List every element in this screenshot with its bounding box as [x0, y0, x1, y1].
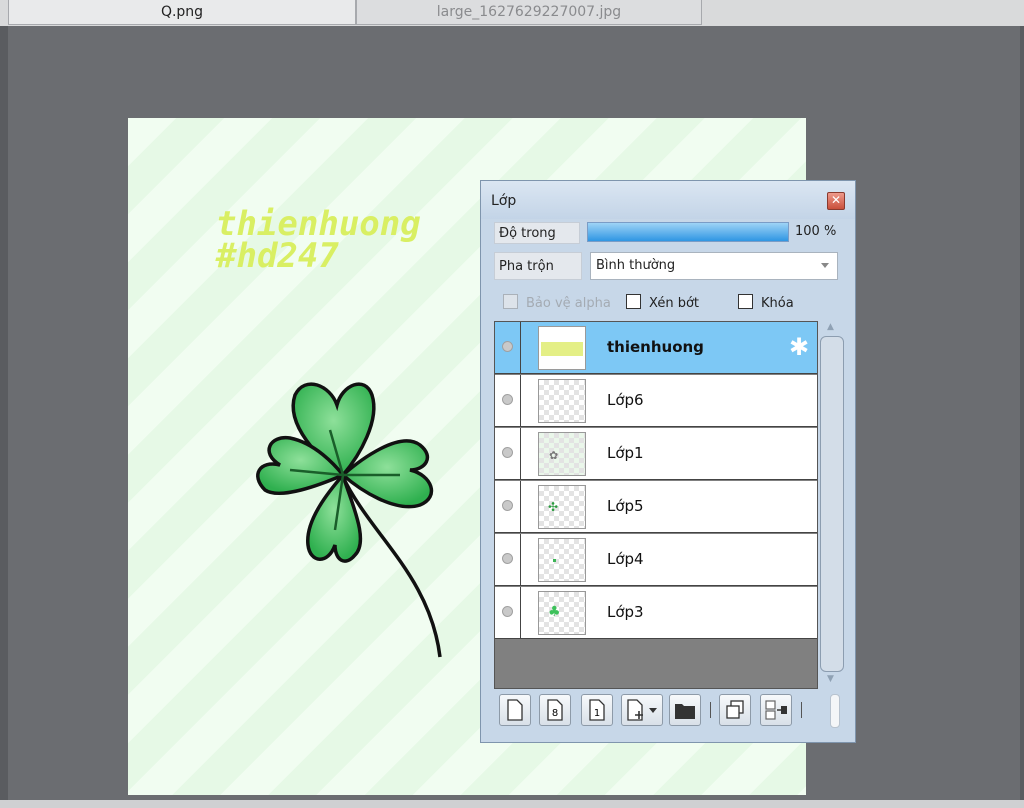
blend-mode-select[interactable]: Bình thường	[590, 252, 838, 280]
document-tab-bar: Q.png large_1627629227007.jpg	[0, 0, 1024, 26]
blend-mode-value: Bình thường	[596, 258, 676, 273]
layer-list: thienhuong ✱ Lớp6 ✿ Lớp1 ✣ Lớp5 Lớp4 ♣ L…	[494, 321, 818, 689]
merge-layer-icon	[765, 700, 787, 720]
layer-row[interactable]: Lớp4	[495, 534, 817, 586]
layer-thumbnail	[538, 538, 586, 582]
checkbox-box	[738, 294, 753, 309]
layer-name: Lớp6	[607, 391, 644, 409]
visibility-toggle-icon[interactable]	[502, 553, 513, 564]
left-dock-edge	[0, 26, 8, 808]
visibility-column	[495, 375, 521, 426]
new-8bit-layer-icon: 8	[547, 699, 563, 721]
toolbar-divider	[801, 702, 802, 718]
layer-name: thienhuong	[607, 338, 704, 356]
toolbar-divider	[710, 702, 711, 718]
layer-row[interactable]: ♣ Lớp3	[495, 587, 817, 639]
close-icon[interactable]: ✕	[827, 192, 845, 210]
scroll-down-icon[interactable]: ▼	[827, 674, 834, 684]
layer-name: Lớp5	[607, 497, 644, 515]
visibility-toggle-icon[interactable]	[502, 394, 513, 405]
canvas-watermark-text: thienhuong #hd247	[216, 207, 421, 276]
clover-artwork	[256, 382, 442, 658]
layer-list-scrollbar[interactable]	[820, 336, 844, 672]
add-layer-menu-icon	[627, 699, 657, 721]
tab-large-jpg[interactable]: large_1627629227007.jpg	[356, 0, 702, 25]
blend-mode-label: Pha trộn	[494, 252, 582, 280]
status-strip	[0, 800, 1024, 808]
tab-q-png[interactable]: Q.png	[8, 0, 356, 25]
svg-text:8: 8	[552, 708, 558, 719]
right-dock-edge	[1020, 26, 1024, 808]
watermark-line-2: #hd247	[216, 236, 339, 276]
opacity-slider[interactable]	[587, 222, 789, 242]
gear-icon[interactable]: ✱	[789, 335, 809, 359]
lock-checkbox[interactable]: Khóa	[738, 294, 794, 311]
layer-row[interactable]: ✣ Lớp5	[495, 481, 817, 533]
scroll-up-icon[interactable]: ▲	[827, 322, 834, 332]
opacity-label: Độ trong	[494, 222, 580, 244]
layer-name: Lớp4	[607, 550, 644, 568]
duplicate-layer-icon	[726, 700, 744, 719]
protect-alpha-label: Bảo vệ alpha	[526, 296, 611, 311]
checkbox-box	[626, 294, 641, 309]
visibility-column	[495, 481, 521, 532]
new-layer-button[interactable]	[499, 694, 531, 726]
toolbar-scroll-handle[interactable]	[830, 694, 840, 728]
visibility-column	[495, 322, 521, 373]
chevron-down-icon	[821, 263, 829, 268]
layer-panel: Lớp ✕ Độ trong 100 % Pha trộn Bình thườn…	[480, 180, 856, 743]
layer-panel-titlebar[interactable]: Lớp ✕	[481, 181, 855, 219]
merge-layer-button[interactable]	[760, 694, 792, 726]
layer-name: Lớp1	[607, 444, 644, 462]
new-folder-icon	[675, 704, 695, 719]
new-1bit-layer-icon: 1	[589, 699, 605, 721]
layer-row[interactable]: thienhuong ✱	[495, 322, 817, 374]
clip-label: Xén bớt	[649, 296, 699, 311]
duplicate-layer-button[interactable]	[719, 694, 751, 726]
lock-label: Khóa	[761, 296, 794, 311]
layer-row[interactable]: Lớp6	[495, 375, 817, 427]
layer-row[interactable]: ✿ Lớp1	[495, 428, 817, 480]
new-1bit-layer-button[interactable]: 1	[581, 694, 613, 726]
layer-thumbnail: ✣	[538, 485, 586, 529]
layer-thumbnail: ✿	[538, 432, 586, 476]
add-layer-menu-button[interactable]	[621, 694, 663, 726]
new-8bit-layer-button[interactable]: 8	[539, 694, 571, 726]
layer-panel-title: Lớp	[491, 193, 517, 209]
clip-checkbox[interactable]: Xén bớt	[626, 294, 699, 311]
visibility-column	[495, 534, 521, 585]
layer-thumbnail	[538, 326, 586, 370]
visibility-toggle-icon[interactable]	[502, 447, 513, 458]
visibility-column	[495, 587, 521, 638]
layer-thumbnail	[538, 379, 586, 423]
new-folder-button[interactable]	[669, 694, 701, 726]
layer-thumbnail: ♣	[538, 591, 586, 635]
checkbox-box	[503, 294, 518, 309]
visibility-toggle-icon[interactable]	[502, 341, 513, 352]
protect-alpha-checkbox[interactable]: Bảo vệ alpha	[503, 294, 611, 311]
new-layer-icon	[507, 699, 523, 721]
visibility-column	[495, 428, 521, 479]
visibility-toggle-icon[interactable]	[502, 500, 513, 511]
opacity-value: 100 %	[795, 224, 837, 239]
visibility-toggle-icon[interactable]	[502, 606, 513, 617]
svg-text:1: 1	[594, 708, 600, 719]
layer-name: Lớp3	[607, 603, 644, 621]
